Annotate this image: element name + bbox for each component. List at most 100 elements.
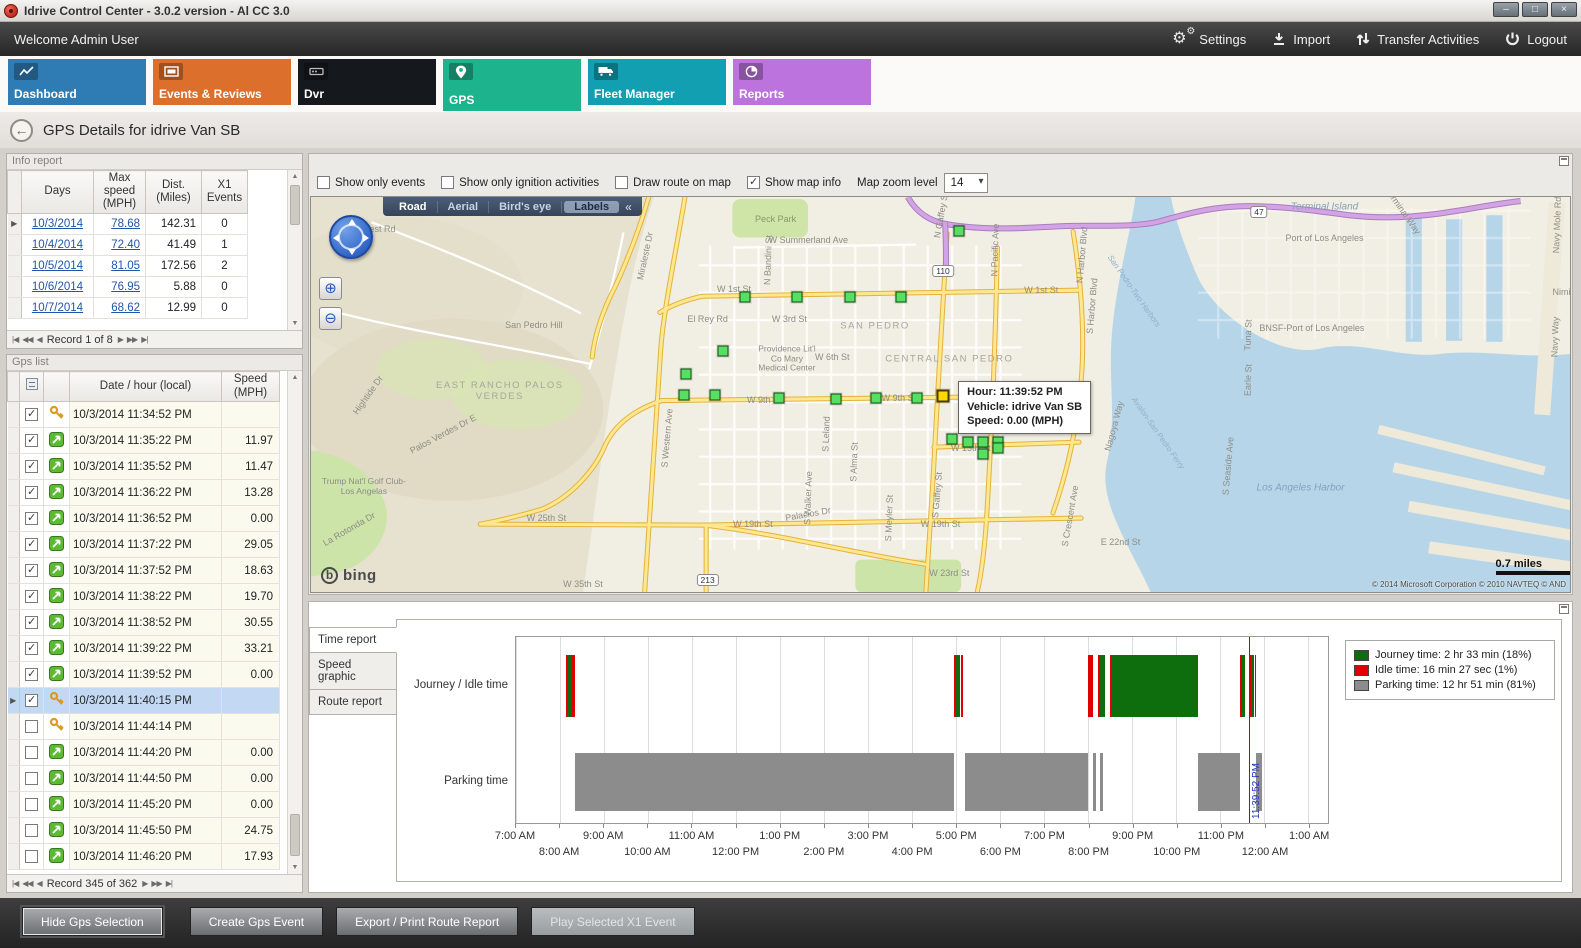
info-report-row[interactable]: 10/7/201468.6212.990 [8,297,248,318]
gps-marker[interactable] [844,291,855,302]
tab-dashboard[interactable]: Dashboard [8,59,146,105]
gps-marker[interactable] [791,291,802,302]
collapse-stylebar-icon[interactable]: « [621,200,636,214]
gps-marker[interactable] [681,369,692,380]
max-speed-link[interactable]: 81.05 [111,260,140,272]
gps-marker[interactable] [954,225,965,236]
map-compass-control[interactable] [329,215,373,259]
pager-next-page-button[interactable]: ▶▶ [151,879,161,888]
row-checkbox[interactable] [25,772,38,785]
gps-marker[interactable] [740,291,751,302]
checkbox-icon[interactable] [615,176,628,189]
col-max-speed[interactable]: Max speed (MPH) [94,171,146,214]
info-report-row[interactable]: ▶10/3/201478.68142.310 [8,213,248,234]
tab-fleet-manager[interactable]: Fleet Manager [588,59,726,105]
map-zoom-in-button[interactable]: ⊕ [319,277,342,300]
maximize-button[interactable]: □ [1522,2,1548,17]
info-date-link[interactable]: 10/3/2014 [32,218,83,230]
info-report-row[interactable]: 10/6/201476.955.880 [8,276,248,297]
gps-row[interactable]: 10/3/2014 11:36:22 PM13.28 [8,480,280,506]
gps-marker[interactable] [678,390,689,401]
map-canvas[interactable]: Road Aerial Bird's eye Labels « ⊕ ⊖ Hour… [310,196,1571,593]
max-speed-link[interactable]: 76.95 [111,281,140,293]
gps-row[interactable]: 10/3/2014 11:39:52 PM0.00 [8,662,280,688]
hide-gps-selection-button[interactable]: Hide Gps Selection [22,907,163,936]
tab-time-report[interactable]: Time report [309,627,397,653]
gps-row[interactable]: 10/3/2014 11:44:14 PM [8,714,280,740]
info-report-row[interactable]: 10/5/201481.05172.562 [8,255,248,276]
gps-row[interactable]: 10/3/2014 11:37:22 PM29.05 [8,532,280,558]
gps-marker[interactable] [710,389,721,400]
gps-row[interactable]: 10/3/2014 11:39:22 PM33.21 [8,636,280,662]
back-button[interactable]: ← [10,119,33,142]
checkbox-icon[interactable] [441,176,454,189]
row-checkbox[interactable] [25,486,38,499]
col-speed[interactable]: Speed (MPH) [222,372,280,402]
gps-marker[interactable] [978,436,989,447]
map-style-labels[interactable]: Labels [564,201,619,213]
gps-row[interactable]: 10/3/2014 11:37:52 PM18.63 [8,558,280,584]
gps-row[interactable]: ▶10/3/2014 11:40:15 PM [8,688,280,714]
gps-list-scrollbar[interactable]: ▲ ▼ [287,371,302,874]
gps-row[interactable]: 10/3/2014 11:34:52 PM [8,402,280,428]
pager-prev-page-button[interactable]: ◀◀ [22,335,32,344]
row-checkbox[interactable] [25,642,38,655]
scroll-down-icon[interactable]: ▼ [288,861,302,874]
row-checkbox[interactable] [25,564,38,577]
gps-marker[interactable] [896,291,907,302]
gps-marker[interactable] [993,443,1004,454]
pager-prev-button[interactable]: ◀ [37,335,42,344]
row-checkbox[interactable] [25,538,38,551]
gps-row[interactable]: 10/3/2014 11:35:52 PM11.47 [8,454,280,480]
row-checkbox[interactable] [25,668,38,681]
select-all-icon[interactable] [26,378,38,390]
row-checkbox[interactable] [25,798,38,811]
row-checkbox[interactable] [25,694,38,707]
row-checkbox[interactable] [25,434,38,447]
close-button[interactable]: × [1551,2,1577,17]
checkbox-icon[interactable] [747,176,760,189]
info-date-link[interactable]: 10/6/2014 [32,281,83,293]
tab-dvr[interactable]: Dvr [298,59,436,105]
max-speed-link[interactable]: 72.40 [111,239,140,251]
pager-prev-page-button[interactable]: ◀◀ [22,879,32,888]
gps-row[interactable]: 10/3/2014 11:38:22 PM19.70 [8,584,280,610]
row-checkbox[interactable] [25,590,38,603]
max-speed-link[interactable]: 68.62 [111,302,140,314]
col-days[interactable]: Days [22,171,94,214]
transfer-activities-button[interactable]: Transfer Activities [1356,32,1479,47]
checkbox-icon[interactable] [317,176,330,189]
map-style-birds-eye[interactable]: Bird's eye [489,201,562,213]
pager-last-button[interactable]: ▶| [141,335,147,344]
map-zoom-out-button[interactable]: ⊖ [319,307,342,330]
logout-button[interactable]: Logout [1505,32,1567,47]
selected-gps-marker[interactable] [937,390,950,403]
gps-row[interactable]: 10/3/2014 11:44:50 PM0.00 [8,766,280,792]
pager-next-button[interactable]: ▶ [118,335,123,344]
gps-marker[interactable] [774,393,785,404]
create-gps-event-button[interactable]: Create Gps Event [190,907,323,936]
map-option-draw-route-on-map[interactable]: Draw route on map [615,176,731,189]
gps-row[interactable]: 10/3/2014 11:35:22 PM11.97 [8,428,280,454]
minimize-button[interactable]: – [1493,2,1519,17]
row-checkbox[interactable] [25,720,38,733]
gps-row[interactable]: 10/3/2014 11:46:20 PM17.93 [8,844,280,870]
gps-row[interactable]: 10/3/2014 11:38:52 PM30.55 [8,610,280,636]
gps-row[interactable]: 10/3/2014 11:36:52 PM0.00 [8,506,280,532]
scroll-up-icon[interactable]: ▲ [288,170,302,183]
import-button[interactable]: Import [1272,32,1330,47]
map-option-show-map-info[interactable]: Show map info [747,176,841,189]
pager-first-button[interactable]: |◀ [12,335,18,344]
tab-reports[interactable]: Reports [733,59,871,105]
gps-row[interactable]: 10/3/2014 11:45:20 PM0.00 [8,792,280,818]
row-checkbox[interactable] [25,460,38,473]
scroll-up-icon[interactable]: ▲ [288,371,302,384]
tab-gps[interactable]: GPS [443,59,581,111]
info-date-link[interactable]: 10/5/2014 [32,260,83,272]
pager-prev-button[interactable]: ◀ [37,879,42,888]
row-checkbox[interactable] [25,616,38,629]
gps-marker[interactable] [831,394,842,405]
info-report-scrollbar[interactable]: ▲ ▼ [287,170,302,330]
gps-marker[interactable] [717,346,728,357]
pager-next-button[interactable]: ▶ [142,879,147,888]
